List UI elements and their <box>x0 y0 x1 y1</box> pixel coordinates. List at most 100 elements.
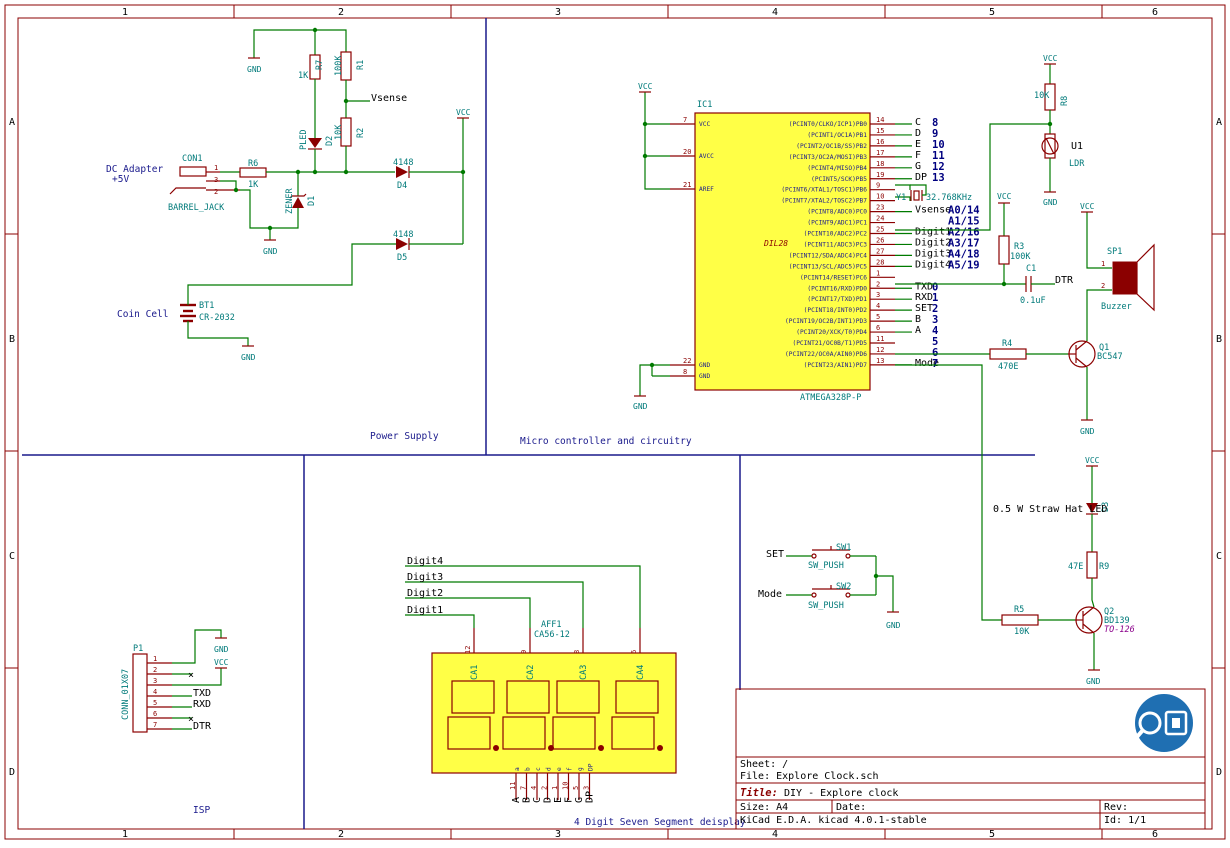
col-label: 4 <box>772 7 778 18</box>
column-labels-bottom: 1 2 3 4 5 6 <box>122 829 1158 840</box>
net-label: Digit2 <box>915 237 951 248</box>
mcu-pin-name: (PCINT9/ADC1)PC1 <box>807 220 867 227</box>
mcu-pin-number: 25 <box>876 226 884 234</box>
net-label: D <box>543 797 554 803</box>
digit-dp <box>598 745 604 751</box>
vcc-label: VCC <box>214 658 229 667</box>
net-label: Vsense <box>915 205 951 216</box>
r7-value: 1K <box>298 71 309 81</box>
net-dtr: DTR <box>1055 275 1074 286</box>
common-pin-name: CA2 <box>526 665 536 680</box>
connector-p1 <box>132 653 148 733</box>
sw1-value: SW_PUSH <box>808 561 844 571</box>
col-label: 6 <box>1152 829 1158 840</box>
net-label: E <box>553 797 564 803</box>
segment-name: f <box>567 767 574 771</box>
section-title-display: 4 Digit Seven Segment deisplay <box>574 817 746 828</box>
net-label: E <box>915 139 921 150</box>
gnd-label: GND <box>633 402 648 411</box>
mcu-pin-name: (PCINT20/XCK/T0)PD4 <box>796 329 867 336</box>
ic1-package: DIL28 <box>763 239 788 248</box>
pin-number: 1 <box>214 164 218 172</box>
sw2-ref: SW2 <box>836 582 851 592</box>
vcc-label: VCC <box>456 108 471 117</box>
rev-label: Rev: <box>1104 802 1128 813</box>
net-mode: Mode <box>758 589 782 600</box>
power-supply-section: GND R7 1K PLED D2 R1 100K Vsense R2 10K … <box>106 27 471 362</box>
net-label: SET <box>915 303 933 314</box>
date-label: Date: <box>836 802 866 813</box>
vcc-label: VCC <box>997 192 1012 201</box>
r2-ref: R2 <box>356 128 366 138</box>
segment-pin-number: 7 <box>520 786 528 790</box>
dc-adapter-voltage: +5V <box>112 174 129 185</box>
id-label: Id: 1/1 <box>1104 815 1146 826</box>
mcu-pin-number: 9 <box>876 182 880 190</box>
section-title-power: Power Supply <box>370 431 439 442</box>
digit-dp <box>657 745 663 751</box>
vcc-label: VCC <box>1085 456 1100 465</box>
row-label: C <box>9 551 15 562</box>
col-label: 4 <box>772 829 778 840</box>
mcu-pin-number: 24 <box>876 215 884 223</box>
r9-value: 47E <box>1068 562 1083 572</box>
d2-value: PLED <box>299 130 309 150</box>
mcu-pin-number: 3 <box>876 291 880 299</box>
row-labels-left: A B C D <box>9 117 15 778</box>
d5-value: 4148 <box>393 230 413 240</box>
net-label: Digit4 <box>915 259 951 270</box>
sp1-value: Buzzer <box>1101 302 1132 312</box>
net-label: G <box>574 797 585 803</box>
row-label: D <box>9 767 15 778</box>
d5-ref: D5 <box>397 253 407 263</box>
bt1-ref: BT1 <box>199 301 214 311</box>
d1-value: ZENER <box>285 188 295 214</box>
net-label: A <box>511 797 522 803</box>
segment-pin-number: 3 <box>583 786 591 790</box>
mcu-pin-name: (PCINT1/OC1A)PB1 <box>807 132 867 139</box>
isp-pin-number: 2 <box>153 666 157 674</box>
mcu-pin-name: (PCINT14/RESET)PC6 <box>800 274 867 281</box>
r6-value: 1K <box>248 180 259 190</box>
mcu-pin-number: 15 <box>876 127 884 135</box>
segment-name: DP <box>588 763 595 771</box>
q2-package: TO-126 <box>1104 625 1135 635</box>
segment-name: d <box>546 767 553 771</box>
schematic-sheet: 1 2 3 4 5 6 1 2 3 4 5 6 A B C D A B C D <box>0 0 1230 844</box>
u1-value: LDR <box>1069 159 1085 169</box>
file-label: File: Explore Clock.sch <box>740 771 878 782</box>
row-label: B <box>1216 334 1222 345</box>
c1-ref: C1 <box>1026 264 1036 274</box>
net-label: C <box>915 117 921 128</box>
pin-number: 2 <box>214 188 218 196</box>
col-label: 5 <box>989 7 995 18</box>
resistor-r9 <box>1086 551 1098 579</box>
gnd-label: GND <box>1086 677 1101 686</box>
barrel-jack-con1: 1 3 2 <box>169 164 240 196</box>
net-label: A <box>915 325 921 336</box>
aff1-ref: AFF1 <box>541 620 561 630</box>
mcu-pin-name: (PCINT16/RXD)PD0 <box>807 285 867 292</box>
ic1-value: ATMEGA328P-P <box>800 393 861 403</box>
mcu-pin-name: (PCINT4/MISO)PB4 <box>807 165 867 172</box>
segment-pin-number: 5 <box>572 786 580 790</box>
resistor-r6 <box>239 167 267 178</box>
schematic-canvas: 1 2 3 4 5 6 1 2 3 4 5 6 A B C D A B C D <box>4 4 1226 840</box>
mcu-pin-number: 17 <box>876 149 884 157</box>
mcu-pin-name: (PCINT0/CLKO/ICP1)PB0 <box>789 121 868 128</box>
con1-value: BARREL_JACK <box>168 203 225 213</box>
net-label: DP <box>915 172 927 183</box>
sp1-ref: SP1 <box>1107 247 1122 257</box>
segment-pin-number: 10 <box>562 782 570 790</box>
row-labels-right: A B C D <box>1216 117 1222 778</box>
mcu-pin-name: GND <box>699 362 710 369</box>
mcu-pin-name: (PCINT7/XTAL2/TOSC2)PB7 <box>781 198 867 205</box>
col-label: 1 <box>122 7 128 18</box>
net-label: RXD <box>915 292 933 303</box>
digit-wire <box>405 614 475 628</box>
gnd-label: GND <box>1080 427 1095 436</box>
led-d2 <box>308 138 322 148</box>
common-pin-name: CA4 <box>636 665 646 680</box>
mcu-pin-number: 14 <box>876 116 884 124</box>
segment-name: b <box>525 767 532 771</box>
